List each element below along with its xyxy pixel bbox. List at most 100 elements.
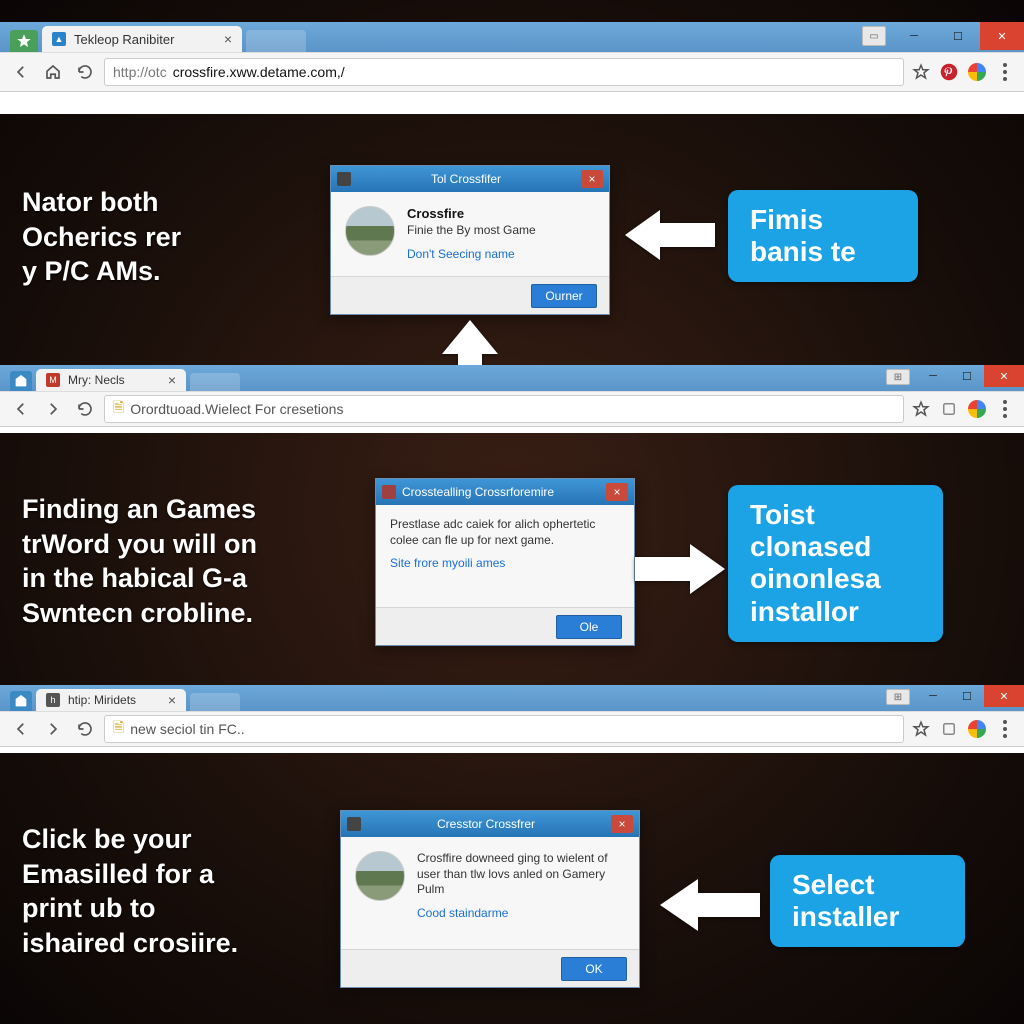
dialog-close-icon[interactable]: × — [581, 170, 603, 188]
new-tab-button[interactable] — [246, 30, 306, 52]
tab-favicon: ▲ — [52, 32, 66, 46]
bookmark-star-icon[interactable] — [910, 398, 932, 420]
minimize-button[interactable]: ─ — [916, 365, 950, 387]
maximize-button[interactable]: ☐ — [936, 22, 980, 50]
minimize-button[interactable]: ─ — [892, 22, 936, 50]
dialog-icon — [337, 172, 351, 186]
dialog-title-text: Cresstor Crossfrer — [367, 817, 605, 831]
page-icon: 🗎 — [113, 717, 124, 741]
back-button[interactable] — [8, 716, 34, 742]
dialog-ok-button[interactable]: OK — [561, 957, 627, 981]
dialog-thumbnail — [355, 851, 405, 901]
menu-button[interactable] — [994, 398, 1016, 420]
callout-3-text: Select installer — [792, 869, 899, 932]
reload-button[interactable] — [72, 59, 98, 85]
maximize-button[interactable]: ☐ — [950, 365, 984, 387]
step-3-text: Click be your Emasilled for a print ub t… — [22, 822, 238, 960]
browser-2: M Mry: Necls × ⊞ ─ ☐ ✕ 🗎 Orordtuoad.Wiel… — [0, 365, 1024, 433]
dialog-message: Finie the By most Game — [407, 223, 536, 239]
new-tab-button[interactable] — [190, 693, 240, 711]
address-bar[interactable]: 🗎 new seciol tin FC.. — [104, 715, 904, 743]
app-icon — [10, 371, 32, 391]
google-profile-icon[interactable] — [966, 61, 988, 83]
dialog-title-text: Crosstealling Crossrforemire — [402, 485, 554, 499]
dialog-link[interactable]: Cood staindarme — [417, 906, 625, 920]
forward-button[interactable] — [40, 716, 66, 742]
window-controls: ▭ ─ ☐ ✕ — [862, 22, 1024, 50]
home-button[interactable] — [40, 59, 66, 85]
tab-title: htip: Miridets — [68, 693, 136, 707]
url-host: crossfire.xww.detame.com,/ — [173, 64, 345, 80]
tab-close-icon[interactable]: × — [224, 31, 232, 47]
menu-button[interactable] — [994, 718, 1016, 740]
bookmark-star-icon[interactable] — [910, 61, 932, 83]
back-button[interactable] — [8, 396, 34, 422]
tab-close-icon[interactable]: × — [168, 372, 176, 388]
dialog-close-icon[interactable]: × — [606, 483, 628, 501]
reload-button[interactable] — [72, 396, 98, 422]
extension-icon[interactable] — [938, 718, 960, 740]
dialog-2-footer: Ole — [376, 607, 634, 645]
dialog-1: Tol Crossfifer × Crossfire Finie the By … — [330, 165, 610, 315]
step-1-text: Nator both Ocherics rer y P/C AMs. — [22, 185, 181, 289]
callout-1-text: Fimis banis te — [750, 204, 856, 267]
arrow-1-left — [625, 205, 715, 265]
dialog-title-text: Tol Crossfifer — [357, 172, 575, 186]
url-text: Orordtuoad.Wielect For cresetions — [130, 401, 343, 417]
dialog-3-footer: OK — [341, 949, 639, 987]
window-controls: ⊞ ─ ☐ ✕ — [886, 685, 1024, 707]
tab-3[interactable]: h htip: Miridets × — [36, 689, 186, 711]
dialog-3-body: Crosffire downeed ging to wielent of use… — [341, 837, 639, 964]
dialog-ok-button[interactable]: Ourner — [531, 284, 597, 308]
tab-title: Mry: Necls — [68, 373, 125, 387]
dialog-close-icon[interactable]: × — [611, 815, 633, 833]
dialog-ok-button[interactable]: Ole — [556, 615, 622, 639]
page-icon: 🗎 — [113, 397, 124, 421]
dialog-message: Prestlase adc caiek for alich ophertetic… — [390, 517, 620, 548]
tab-close-icon[interactable]: × — [168, 692, 176, 708]
dialog-link[interactable]: Don't Seecing name — [407, 247, 536, 261]
address-bar[interactable]: http://otc crossfire.xww.detame.com,/ — [104, 58, 904, 86]
browser-3: h htip: Miridets × ⊞ ─ ☐ ✕ 🗎 new seciol … — [0, 685, 1024, 753]
tab-title: Tekleop Ranibiter — [74, 32, 174, 47]
google-profile-icon[interactable] — [966, 398, 988, 420]
minimize-button[interactable]: ─ — [916, 685, 950, 707]
menu-button[interactable] — [994, 61, 1016, 83]
app-icon — [10, 30, 38, 52]
google-profile-icon[interactable] — [966, 718, 988, 740]
url-text: new seciol tin FC.. — [130, 721, 244, 737]
close-button[interactable]: ✕ — [984, 365, 1024, 387]
new-tab-button[interactable] — [190, 373, 240, 391]
dialog-2-titlebar: Crosstealling Crossrforemire × — [376, 479, 634, 505]
dialog-heading: Crossfire — [407, 206, 536, 221]
window-indicator-icon: ⊞ — [886, 689, 910, 705]
address-bar[interactable]: 🗎 Orordtuoad.Wielect For cresetions — [104, 395, 904, 423]
app-icon — [10, 691, 32, 711]
tab-2[interactable]: M Mry: Necls × — [36, 369, 186, 391]
close-button[interactable]: ✕ — [980, 22, 1024, 50]
browser-1: ▲ Tekleop Ranibiter × ▭ ─ ☐ ✕ http://otc… — [0, 22, 1024, 114]
callout-1: Fimis banis te — [728, 190, 918, 282]
window-controls: ⊞ ─ ☐ ✕ — [886, 365, 1024, 387]
bookmark-star-icon[interactable] — [910, 718, 932, 740]
tab-1[interactable]: ▲ Tekleop Ranibiter × — [42, 26, 242, 52]
dialog-2-body: Prestlase adc caiek for alich ophertetic… — [376, 505, 634, 614]
reload-button[interactable] — [72, 716, 98, 742]
tab-favicon: h — [46, 693, 60, 707]
url-scheme: http://otc — [113, 64, 167, 80]
back-button[interactable] — [8, 59, 34, 85]
forward-button[interactable] — [40, 396, 66, 422]
close-button[interactable]: ✕ — [984, 685, 1024, 707]
dialog-link[interactable]: Site frore myoili ames — [390, 556, 620, 570]
arrow-3-left — [660, 875, 760, 935]
pinterest-icon[interactable] — [938, 61, 960, 83]
extension-icon[interactable] — [938, 398, 960, 420]
dialog-icon — [347, 817, 361, 831]
maximize-button[interactable]: ☐ — [950, 685, 984, 707]
callout-3: Select installer — [770, 855, 965, 947]
arrow-2-right — [635, 540, 725, 598]
dialog-1-footer: Ourner — [331, 276, 609, 314]
callout-2: Toist clonased oinonlesa installor — [728, 485, 943, 642]
step-2-text: Finding an Games trWord you will on in t… — [22, 492, 257, 630]
window-indicator-icon: ▭ — [862, 26, 886, 46]
